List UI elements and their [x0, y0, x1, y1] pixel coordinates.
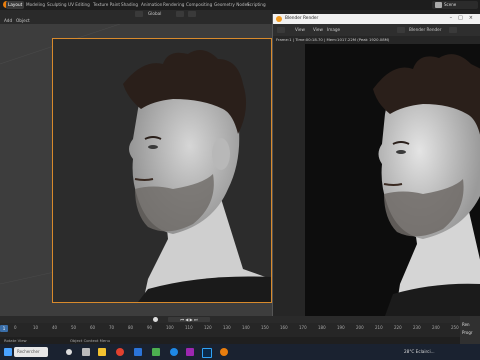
object-mode-icon[interactable] — [135, 11, 143, 17]
slot-dropdown-icon[interactable] — [449, 27, 457, 33]
timeline-tick: 230 — [413, 325, 421, 330]
maximize-icon[interactable]: □ — [458, 15, 469, 21]
character-portrait-image — [123, 50, 271, 302]
snap-icon[interactable] — [176, 11, 184, 17]
workspace-tab-rendering[interactable]: Rendering — [163, 1, 184, 9]
current-frame[interactable]: 1 — [0, 325, 8, 332]
workspace-tab-geometry-nodes[interactable]: Geometry Nodes — [214, 1, 249, 9]
timeline-tick: 250 — [451, 325, 459, 330]
timeline-tick: 10 — [33, 325, 39, 330]
chrome-icon[interactable] — [116, 348, 124, 356]
workspace-tab-scripting[interactable]: Scripting — [247, 1, 266, 9]
timeline[interactable]: 1 0 10 40 50 60 70 80 90 100 110 120 130 140 150 160 17… — [0, 323, 460, 337]
workspace-tab-sculpting[interactable]: Sculpting — [47, 1, 67, 9]
timeline-tick: 80 — [128, 325, 134, 330]
status-bar: Rotate View Object Context Menu — [0, 337, 480, 344]
start-icon[interactable] — [4, 348, 12, 356]
close-icon[interactable]: × — [469, 15, 479, 21]
timeline-tick: 150 — [261, 325, 269, 330]
scene-selector[interactable]: Scene — [432, 1, 478, 9]
render-label: Ren — [462, 322, 470, 327]
render-result-image — [305, 44, 480, 316]
timeline-tick: 210 — [375, 325, 383, 330]
render-window-titlebar[interactable]: Blender Render –□× — [273, 14, 480, 24]
progress-label: Progr — [462, 330, 473, 335]
render-window[interactable]: Blender Render –□× View View Image Blend… — [272, 14, 480, 316]
timeline-tick: 100 — [166, 325, 174, 330]
timeline-tick: 180 — [318, 325, 326, 330]
timeline-tick: 110 — [185, 325, 193, 330]
minimize-icon[interactable]: – — [450, 15, 459, 21]
task-view-icon[interactable] — [82, 348, 90, 356]
photoshop-icon[interactable] — [202, 348, 212, 358]
render-info: Frame:1 | Time:00:18.70 | Mem:1017.22M (… — [273, 36, 480, 44]
workspace-tab-animation[interactable]: Animation — [141, 1, 162, 9]
workspace-tab-layout[interactable]: Layout — [6, 1, 25, 9]
image-editor-header: View View Image Blender Render — [273, 24, 480, 36]
top-menubar: Layout Modeling Sculpting UV Editing Texture… — [0, 0, 480, 10]
status-context-menu: Object Context Menu — [70, 338, 111, 343]
timeline-tick: 0 — [14, 325, 17, 330]
timeline-tick: 200 — [356, 325, 364, 330]
weather-widget[interactable]: 28°C Eclairci... — [404, 348, 435, 356]
timeline-tick: 40 — [52, 325, 58, 330]
viewport-header: Add Object Global — [0, 10, 272, 24]
3d-viewport[interactable] — [0, 24, 272, 316]
timeline-tick: 70 — [109, 325, 115, 330]
render-slot[interactable]: Blender Render — [409, 27, 441, 33]
timeline-tick: 160 — [280, 325, 288, 330]
blender-taskbar-icon[interactable] — [220, 348, 228, 356]
workspace-tab-uv-editing[interactable]: UV Editing — [68, 1, 90, 9]
camera-frame — [52, 38, 272, 303]
search-box[interactable]: Rechercher — [14, 347, 48, 357]
proportional-icon[interactable] — [188, 11, 196, 17]
app-icon-3[interactable] — [170, 348, 178, 356]
app-icon-2[interactable] — [152, 348, 160, 356]
menu-image[interactable]: Image — [327, 27, 340, 33]
windows-taskbar: Rechercher 28°C Eclairci... — [0, 344, 480, 360]
timeline-tick: 170 — [299, 325, 307, 330]
render-window-title: Blender Render — [285, 16, 319, 21]
timeline-header: ⏮ ◀ ▶ ⏭ — [0, 316, 480, 323]
scene-name: Scene — [444, 2, 457, 7]
workspace-tab-texture-paint[interactable]: Texture Paint — [93, 1, 120, 9]
timeline-tick: 50 — [71, 325, 77, 330]
timeline-tick: 130 — [223, 325, 231, 330]
search-placeholder: Rechercher — [17, 349, 40, 354]
timeline-tick: 140 — [242, 325, 250, 330]
timeline-tick: 60 — [90, 325, 96, 330]
menu-view-2[interactable]: View — [313, 27, 323, 33]
timeline-tick: 240 — [432, 325, 440, 330]
editor-type-icon[interactable] — [277, 27, 285, 33]
transform-orientation[interactable]: Global — [148, 11, 161, 17]
menu-view[interactable]: View — [295, 27, 305, 33]
search-icon[interactable] — [66, 349, 72, 355]
timeline-tick: 120 — [204, 325, 212, 330]
status-rotate-view: Rotate View — [4, 338, 27, 343]
timeline-tick: 220 — [394, 325, 402, 330]
app-icon-4[interactable] — [186, 348, 194, 356]
timeline-tick: 90 — [147, 325, 153, 330]
window-controls[interactable]: –□× — [450, 15, 479, 21]
render-progress-panel: Ren Progr — [460, 316, 480, 344]
keyframe-icon[interactable] — [153, 317, 158, 322]
timeline-tick: 190 — [337, 325, 345, 330]
scene-icon — [435, 2, 442, 8]
workspace-tab-modeling[interactable]: Modeling — [26, 1, 45, 9]
image-browse-icon[interactable] — [397, 27, 405, 33]
workspace-tab-compositing[interactable]: Compositing — [186, 1, 212, 9]
file-explorer-icon[interactable] — [98, 348, 106, 356]
workspace-tab-shading[interactable]: Shading — [121, 1, 138, 9]
playback-controls[interactable]: ⏮ ◀ ▶ ⏭ — [168, 317, 210, 322]
blender-logo-icon — [276, 16, 282, 22]
app-icon-1[interactable] — [134, 348, 142, 356]
